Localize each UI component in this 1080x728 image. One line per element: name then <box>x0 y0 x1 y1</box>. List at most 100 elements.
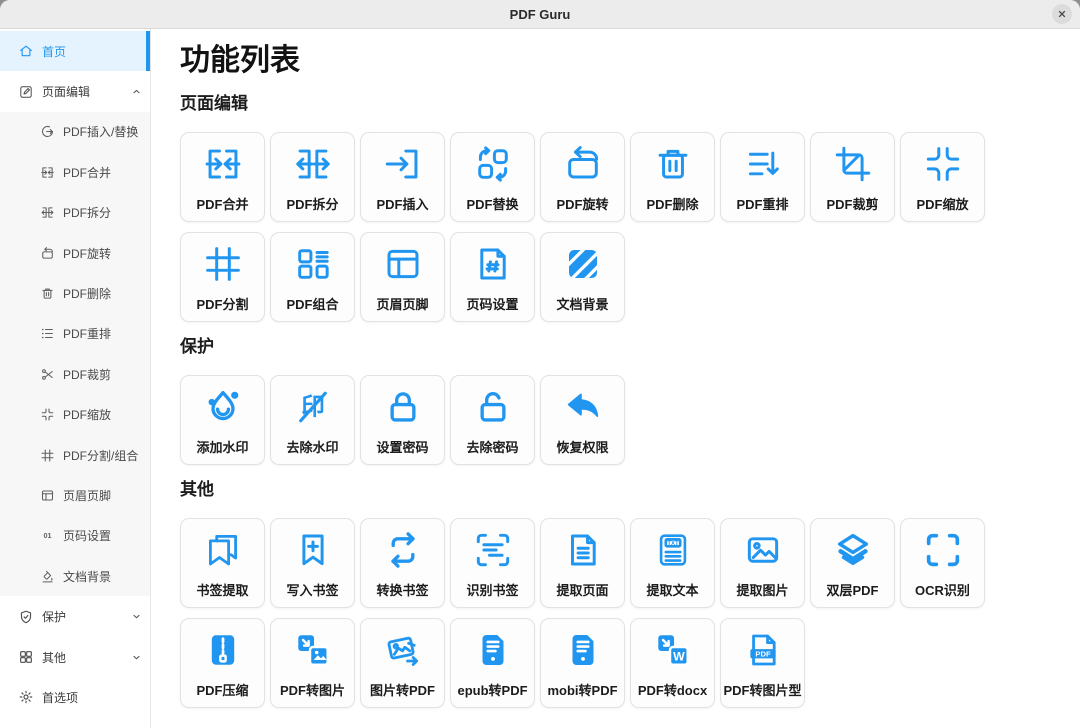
close-button[interactable] <box>1052 4 1072 24</box>
section-heading: 其他 <box>180 480 1060 500</box>
card-grid: 书签提取写入书签 转换书签识别书签提取页面 TXT 提取文本 提取图片 双层PDFOCR识… <box>180 518 990 708</box>
feature-card-label: 提取文本 <box>646 580 698 599</box>
feature-card[interactable]: PDF转图片 <box>270 618 355 708</box>
sidebar-item[interactable]: PDF重排 <box>0 314 150 354</box>
app-window: PDF Guru 首页页面编辑PDF插入/替换PDF合并PDF拆分PDF旋转PD… <box>0 0 1080 728</box>
feature-card[interactable]: PDF裁剪 <box>810 132 895 222</box>
feature-sections: 页面编辑 PDF合并PDF拆分PDF插入 PDF替换 PDF旋转PDF删除PDF重排 P… <box>180 94 1060 708</box>
feature-card[interactable]: 印去除水印 <box>270 375 355 465</box>
sidebar-item[interactable]: 01页码设置 <box>0 516 150 556</box>
feature-card-label: 写入书签 <box>286 580 338 599</box>
svg-text:TXT: TXT <box>667 541 679 547</box>
feature-card[interactable]: PDF拆分 <box>270 132 355 222</box>
sidebar-item-label: PDF插入/替换 <box>63 123 138 140</box>
combine-icon <box>292 233 334 294</box>
sidebar-item-label: PDF缩放 <box>63 406 111 423</box>
feature-card[interactable]: 文档背景 <box>540 232 625 322</box>
feature-card[interactable]: PDF删除 <box>630 132 715 222</box>
feature-card-label: PDF转docx <box>638 680 707 699</box>
feature-card[interactable]: WPDF转docx <box>630 618 715 708</box>
sidebar-item-label: PDF合并 <box>63 164 111 181</box>
divide-icon <box>202 233 244 294</box>
feature-card[interactable]: 页码设置 <box>450 232 535 322</box>
sidebar-item[interactable]: PDF拆分 <box>0 193 150 233</box>
feature-card[interactable]: PDF压缩 <box>180 618 265 708</box>
feature-card[interactable]: 设置密码 <box>360 375 445 465</box>
sidebar-item[interactable]: PDF旋转 <box>0 233 150 273</box>
feature-section: 页面编辑 PDF合并PDF拆分PDF插入 PDF替换 PDF旋转PDF删除PDF重排 P… <box>180 94 1060 322</box>
feature-card-label: PDF裁剪 <box>826 194 878 213</box>
close-icon <box>1057 9 1067 19</box>
sidebar-item[interactable]: 首选项 <box>0 677 150 717</box>
titlebar: PDF Guru <box>0 0 1080 29</box>
sidebar-item[interactable]: PDF合并 <box>0 152 150 192</box>
extract-text-icon: TXT <box>652 519 694 580</box>
feature-card[interactable]: PDF重排 <box>720 132 805 222</box>
feature-card[interactable]: 页眉页脚 <box>360 232 445 322</box>
feature-card-label: PDF压缩 <box>196 680 248 699</box>
sidebar-item[interactable]: PDF插入/替换 <box>0 112 150 152</box>
section-heading: 页面编辑 <box>180 94 1060 114</box>
sidebar-item-label: PDF裁剪 <box>63 366 111 383</box>
sidebar-item[interactable]: PDF缩放 <box>0 395 150 435</box>
replace-icon <box>472 133 514 194</box>
feature-card[interactable]: 图片转PDF <box>360 618 445 708</box>
sidebar-item[interactable]: 其他 <box>0 637 150 677</box>
scale-icon <box>922 133 964 194</box>
feature-card[interactable]: PDF合并 <box>180 132 265 222</box>
chevron-up-icon <box>131 86 142 97</box>
pdf-to-image-icon <box>292 619 334 680</box>
feature-card-label: 文档背景 <box>556 294 608 313</box>
feature-card[interactable]: 提取页面 <box>540 518 625 608</box>
bookmark-add-icon <box>292 519 334 580</box>
feature-card[interactable]: PDFPDF转图片型 <box>720 618 805 708</box>
edit-icon <box>18 84 34 100</box>
feature-card[interactable]: 添加水印 <box>180 375 265 465</box>
sidebar-item[interactable]: 页面编辑 <box>0 71 150 111</box>
feature-card[interactable]: PDF旋转 <box>540 132 625 222</box>
feature-card[interactable]: 写入书签 <box>270 518 355 608</box>
feature-card[interactable]: PDF组合 <box>270 232 355 322</box>
feature-card[interactable]: PDF插入 <box>360 132 445 222</box>
feature-card[interactable]: 转换书签 <box>360 518 445 608</box>
feature-card-label: 提取页面 <box>556 580 608 599</box>
sidebar-item[interactable]: 保护 <box>0 596 150 636</box>
sidebar-item-label: 文档背景 <box>63 568 111 585</box>
feature-card[interactable]: 书签提取 <box>180 518 265 608</box>
sidebar-item-label: 页眉页脚 <box>63 487 111 504</box>
divide-icon <box>40 448 55 463</box>
feature-card-label: PDF转图片型 <box>723 680 801 699</box>
sidebar-item-label: PDF拆分 <box>63 204 111 221</box>
feature-card[interactable]: PDF缩放 <box>900 132 985 222</box>
split-icon <box>292 133 334 194</box>
fill-icon <box>40 569 55 584</box>
feature-card-label: 提取图片 <box>736 580 788 599</box>
feature-card[interactable]: 恢复权限 <box>540 375 625 465</box>
feature-card[interactable]: mobi转PDF <box>540 618 625 708</box>
feature-card[interactable]: OCR识别 <box>900 518 985 608</box>
sidebar-item[interactable]: PDF裁剪 <box>0 354 150 394</box>
feature-card[interactable]: 提取图片 <box>720 518 805 608</box>
sidebar-item[interactable]: PDF删除 <box>0 273 150 313</box>
sidebar-item[interactable]: 首页 <box>0 31 150 71</box>
shield-icon <box>18 609 34 625</box>
feature-card[interactable]: epub转PDF <box>450 618 535 708</box>
sidebar-item-label: PDF删除 <box>63 285 111 302</box>
merge-icon <box>202 133 244 194</box>
sidebar-item[interactable]: PDF分割/组合 <box>0 435 150 475</box>
feature-card[interactable]: TXT 提取文本 <box>630 518 715 608</box>
sidebar-item-label: 保护 <box>42 608 66 625</box>
sidebar-item-label: 页面编辑 <box>42 83 90 100</box>
feature-card[interactable]: PDF替换 <box>450 132 535 222</box>
feature-card[interactable]: 双层PDF <box>810 518 895 608</box>
list-icon <box>40 326 55 341</box>
delete-icon <box>652 133 694 194</box>
feature-card[interactable]: PDF分割 <box>180 232 265 322</box>
header-footer-icon <box>382 233 424 294</box>
sidebar-item[interactable]: 页眉页脚 <box>0 475 150 515</box>
feature-card-label: PDF替换 <box>466 194 518 213</box>
feature-card[interactable]: 识别书签 <box>450 518 535 608</box>
grid-icon <box>18 649 34 665</box>
sidebar-item[interactable]: 文档背景 <box>0 556 150 596</box>
feature-card[interactable]: 去除密码 <box>450 375 535 465</box>
